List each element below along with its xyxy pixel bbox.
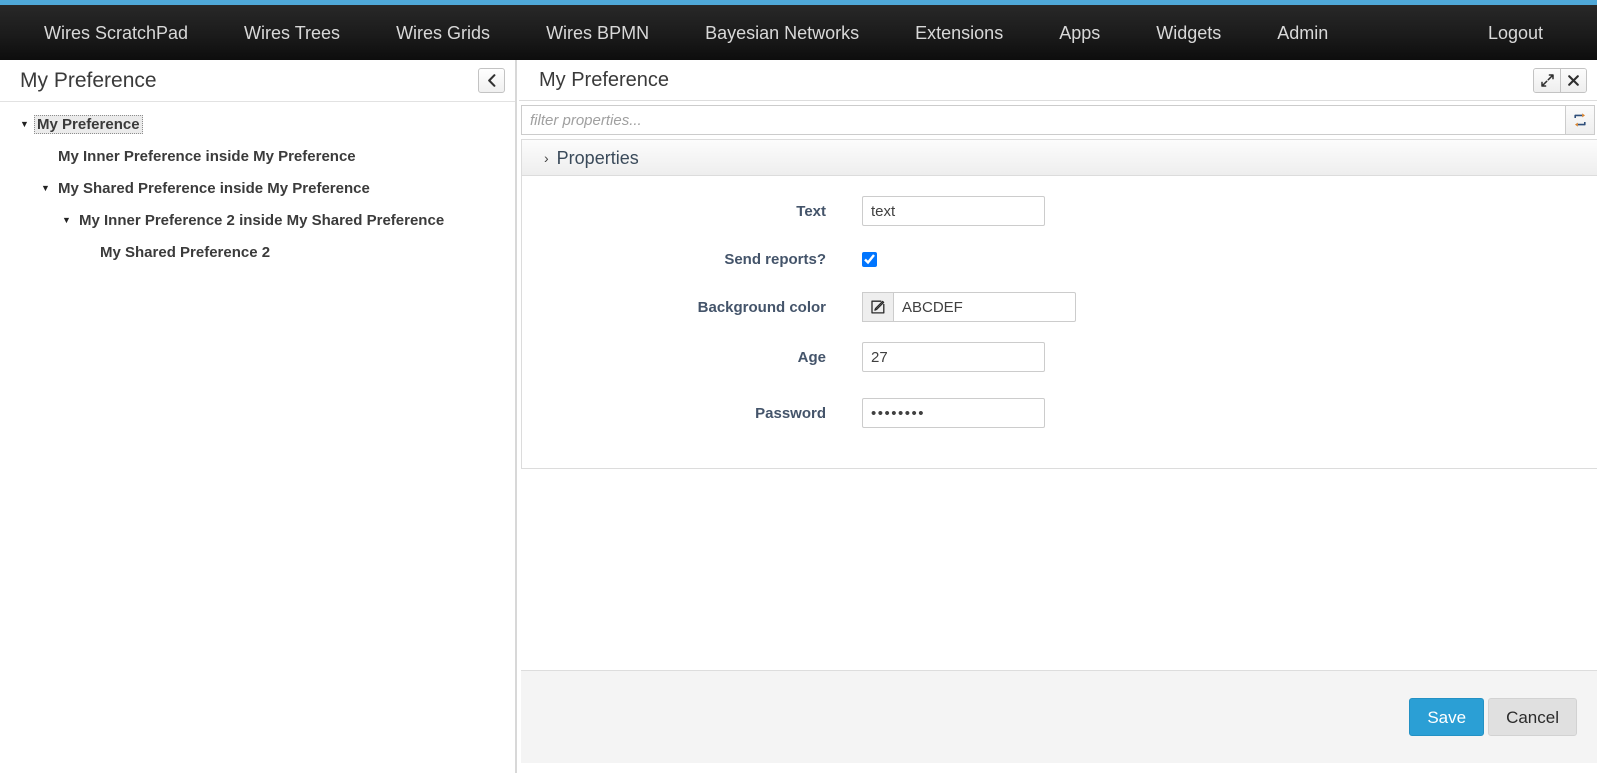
chevron-right-icon: ›: [544, 149, 549, 166]
nav-item-extensions[interactable]: Extensions: [887, 24, 1031, 42]
nav-item-admin[interactable]: Admin: [1249, 24, 1356, 42]
field-label-text: Text: [796, 202, 826, 220]
preference-tree: ▼ My Preference ▼ My Inner Preference in…: [0, 102, 515, 268]
field-control-age: [862, 342, 1045, 372]
caret-down-icon[interactable]: ▼: [20, 119, 34, 129]
send-reports-checkbox[interactable]: [862, 251, 877, 267]
field-control-text: [862, 196, 1045, 226]
top-navbar: Wires ScratchPad Wires Trees Wires Grids…: [0, 0, 1597, 60]
navbar-links: Wires ScratchPad Wires Trees Wires Grids…: [0, 24, 1356, 42]
nav-item-apps[interactable]: Apps: [1031, 24, 1128, 42]
logout-link[interactable]: Logout: [1460, 24, 1571, 42]
field-label-background-color: Background color: [697, 298, 826, 316]
filter-properties-input[interactable]: [521, 105, 1565, 135]
properties-panel: › Properties Text Send reports? Backgrou…: [521, 139, 1597, 469]
panel-title: My Preference: [539, 69, 670, 91]
nav-item-widgets[interactable]: Widgets: [1128, 24, 1249, 42]
properties-section-header[interactable]: › Properties: [522, 140, 1597, 176]
password-masked-value: ••••••••: [871, 405, 926, 422]
field-control-password: ••••••••: [862, 398, 1045, 428]
navbar-right: Logout: [1460, 24, 1597, 42]
tree-item-my-inner-preference-2[interactable]: ▼ My Inner Preference 2 inside My Shared…: [0, 204, 515, 236]
field-label-age: Age: [797, 348, 826, 366]
background-color-input[interactable]: [893, 292, 1076, 322]
edit-pencil-icon: [871, 300, 885, 314]
properties-form: Text Send reports? Background color: [522, 176, 1597, 432]
panel-header: My Preference: [519, 60, 1597, 101]
properties-section-label: Properties: [556, 147, 639, 168]
nav-item-bayesian-networks[interactable]: Bayesian Networks: [677, 24, 887, 42]
password-input[interactable]: ••••••••: [862, 398, 1045, 428]
expand-icon: [1540, 73, 1554, 87]
panel-footer: Save Cancel: [521, 670, 1597, 763]
sidebar-title: My Preference: [20, 69, 157, 92]
panel-header-buttons: [1533, 67, 1587, 93]
tree-item-my-preference[interactable]: ▼ My Preference: [0, 108, 515, 140]
nav-item-wires-grids[interactable]: Wires Grids: [368, 24, 518, 42]
preference-editor-panel: My Preference filter properties... › Pro…: [519, 60, 1597, 773]
form-row-age: Age: [522, 338, 1597, 376]
refresh-icon: [1573, 113, 1587, 127]
tree-item-label[interactable]: My Shared Preference 2: [97, 243, 273, 262]
text-input[interactable]: [862, 196, 1045, 226]
background-color-picker-button[interactable]: [862, 292, 893, 322]
form-row-password: Password ••••••••: [522, 394, 1597, 432]
nav-item-wires-trees[interactable]: Wires Trees: [216, 24, 368, 42]
age-input[interactable]: [862, 342, 1045, 372]
tree-item-my-shared-preference-2[interactable]: ▼ My Shared Preference 2: [0, 236, 515, 268]
close-icon: [1568, 74, 1579, 86]
caret-down-icon[interactable]: ▼: [41, 183, 55, 193]
form-row-text: Text: [522, 192, 1597, 230]
tree-item-label[interactable]: My Preference: [34, 114, 143, 134]
close-button[interactable]: [1560, 68, 1586, 92]
refresh-properties-button[interactable]: [1565, 105, 1595, 135]
field-control-background-color: [862, 292, 1076, 322]
sidebar-header: My Preference: [0, 60, 515, 102]
save-button[interactable]: Save: [1409, 698, 1485, 736]
nav-item-wires-scratchpad[interactable]: Wires ScratchPad: [16, 24, 216, 42]
field-label-password: Password: [755, 404, 826, 422]
tree-item-my-inner-preference[interactable]: ▼ My Inner Preference inside My Preferen…: [0, 140, 515, 172]
sidebar-collapse-button[interactable]: [478, 68, 505, 93]
caret-down-icon[interactable]: ▼: [62, 215, 76, 225]
tree-item-label[interactable]: My Inner Preference 2 inside My Shared P…: [76, 211, 447, 230]
form-row-background-color: Background color: [522, 288, 1597, 326]
field-label-send-reports: Send reports?: [724, 250, 826, 268]
field-control-send-reports: [862, 251, 877, 267]
tree-item-label[interactable]: My Shared Preference inside My Preferenc…: [55, 179, 373, 198]
sidebar: My Preference ▼ My Preference ▼ My Inner…: [0, 60, 517, 773]
chevron-left-icon: [487, 74, 496, 87]
form-row-send-reports: Send reports?: [522, 240, 1597, 278]
tree-item-my-shared-preference[interactable]: ▼ My Shared Preference inside My Prefere…: [0, 172, 515, 204]
expand-button[interactable]: [1534, 68, 1560, 92]
cancel-button[interactable]: Cancel: [1488, 698, 1577, 736]
tree-item-label[interactable]: My Inner Preference inside My Preference: [55, 147, 359, 166]
filter-row: [521, 105, 1595, 135]
nav-item-wires-bpmn[interactable]: Wires BPMN: [518, 24, 677, 42]
